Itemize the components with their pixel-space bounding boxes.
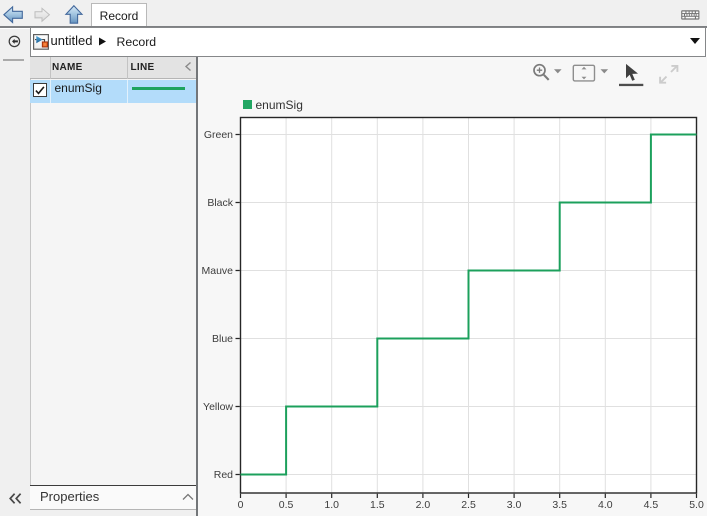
svg-text:2.0: 2.0 [416,499,431,511]
svg-text:enumSig: enumSig [256,98,303,112]
svg-text:Black: Black [207,197,233,209]
svg-text:4.0: 4.0 [598,499,613,511]
svg-text:4.5: 4.5 [644,499,659,511]
svg-text:Green: Green [204,129,233,141]
svg-text:Mauve: Mauve [201,265,233,277]
svg-text:0: 0 [238,499,244,511]
svg-text:3.0: 3.0 [507,499,522,511]
svg-text:Blue: Blue [212,333,233,345]
svg-text:Red: Red [214,469,233,481]
svg-text:1.5: 1.5 [370,499,385,511]
svg-text:5.0: 5.0 [689,499,704,511]
svg-text:3.5: 3.5 [552,499,567,511]
svg-text:0.5: 0.5 [279,499,294,511]
svg-text:Yellow: Yellow [203,401,233,413]
svg-text:2.5: 2.5 [461,499,476,511]
svg-text:1.0: 1.0 [324,499,339,511]
